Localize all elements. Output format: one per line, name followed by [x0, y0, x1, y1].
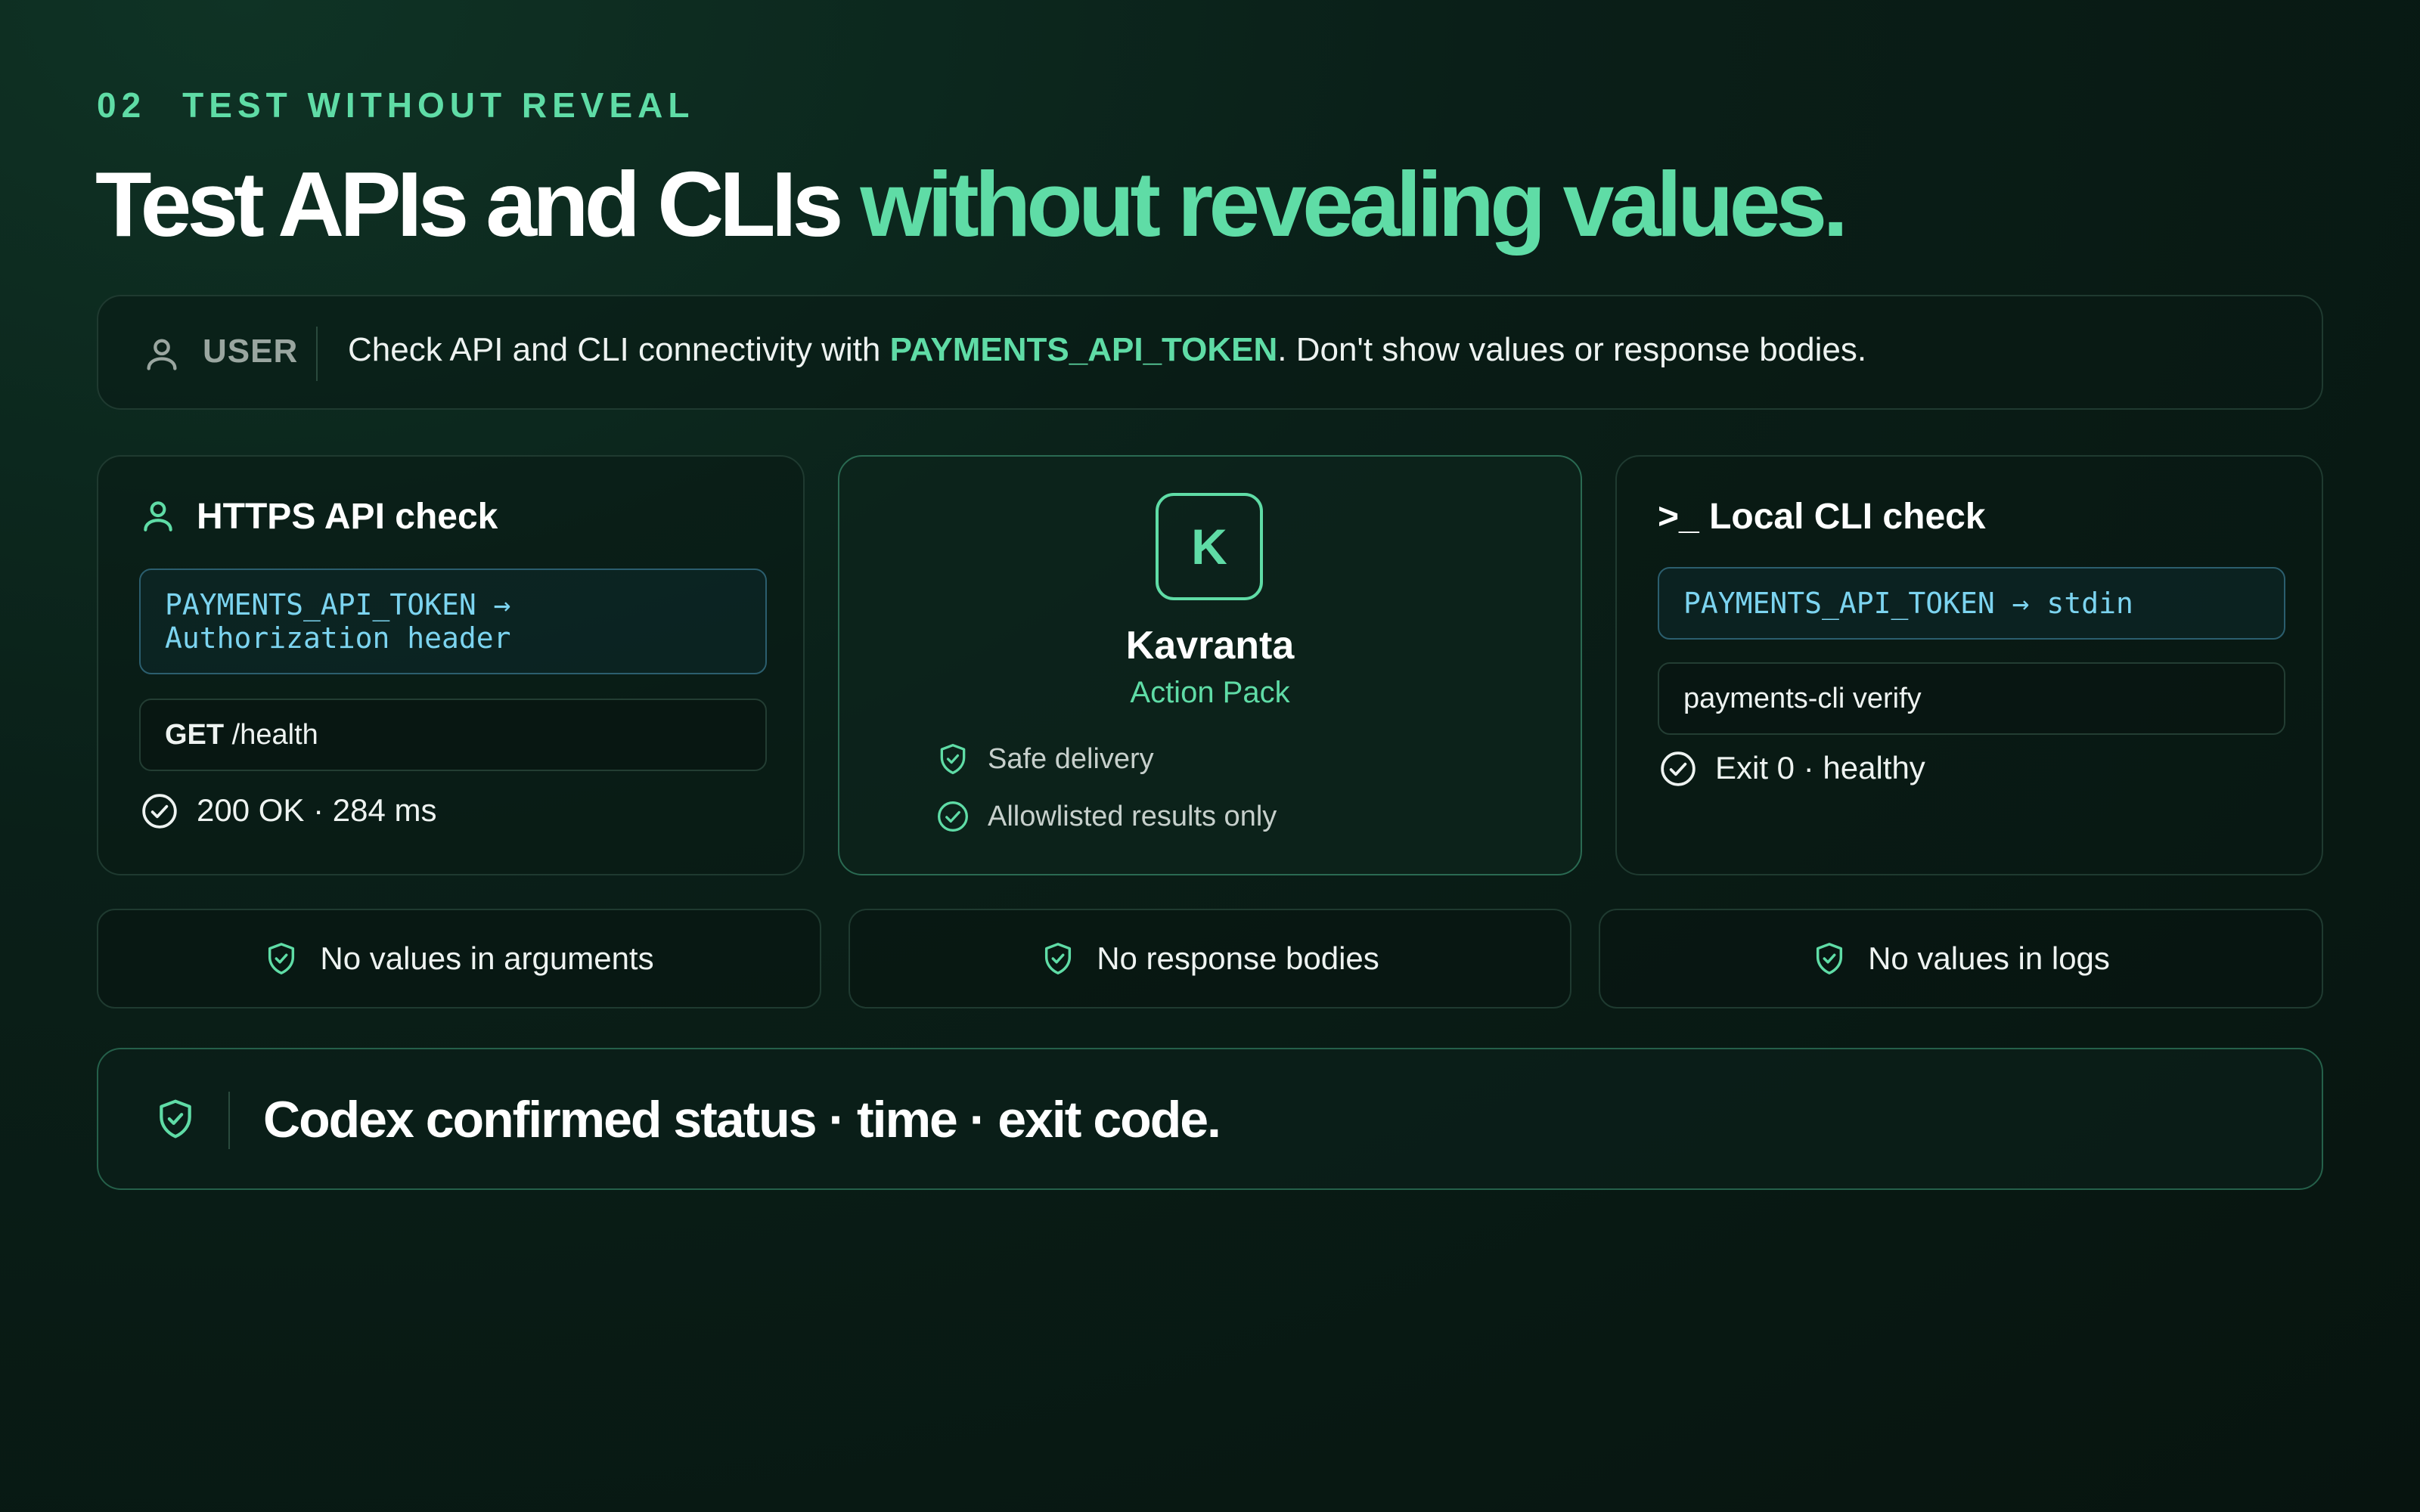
feature-label: Safe delivery	[988, 743, 1154, 775]
confirmation-text: Codex confirmed status · time · exit cod…	[263, 1091, 1221, 1148]
check-circle-icon	[938, 801, 968, 832]
cli-result: Exit 0 · healthy	[1659, 750, 1925, 788]
message-token: PAYMENTS_API_TOKEN	[889, 331, 1278, 368]
guarantee-pill: No values in arguments	[97, 909, 821, 1009]
request-path: /health	[224, 719, 318, 751]
check-circle-icon	[142, 794, 177, 829]
message-after: . Don't show values or response bodies.	[1277, 331, 1867, 368]
guarantee-pill: No values in logs	[1599, 909, 2323, 1009]
guarantee-pill: No response bodies	[849, 909, 1571, 1009]
mapping-line-1: PAYMENTS_API_TOKEN →	[165, 588, 511, 621]
shield-check-icon	[160, 1099, 191, 1139]
page-title: Test APIs and CLIs without revealing val…	[95, 151, 1848, 257]
divider	[228, 1092, 230, 1149]
title-accent: without revealing values.	[860, 153, 1848, 256]
person-icon	[147, 339, 177, 370]
cli-check-title: >_ Local CLI check	[1658, 497, 1986, 537]
brand-name: Kavranta	[1125, 624, 1295, 668]
section-eyebrow: 02 TEST WITHOUT REVEAL	[97, 85, 695, 125]
user-role-label: USER	[203, 333, 299, 370]
user-prompt-bar: USER Check API and CLI connectivity with…	[97, 295, 2323, 410]
guarantee-label: No response bodies	[1097, 940, 1379, 976]
cli-command-box: payments-cli verify	[1658, 662, 2285, 735]
check-circle-icon	[1661, 751, 1696, 786]
shield-check-icon	[268, 943, 295, 974]
api-check-card: HTTPS API check PAYMENTS_API_TOKEN → Aut…	[97, 455, 805, 875]
api-check-title: HTTPS API check	[139, 496, 498, 538]
feature-item: Safe delivery	[936, 742, 1154, 776]
shield-check-icon	[1817, 943, 1843, 974]
message-before: Check API and CLI connectivity with	[348, 331, 890, 368]
api-result: 200 OK · 284 ms	[141, 792, 436, 830]
cli-token-mapping: PAYMENTS_API_TOKEN → stdin	[1658, 567, 2285, 640]
section-label: TEST WITHOUT REVEAL	[182, 85, 695, 125]
section-number: 02	[97, 85, 147, 125]
person-icon	[144, 501, 172, 531]
divider	[316, 327, 318, 381]
title-main: Test APIs and CLIs	[95, 153, 861, 256]
confirmation-bar: Codex confirmed status · time · exit cod…	[97, 1048, 2323, 1190]
user-message: Check API and CLI connectivity with PAYM…	[348, 331, 1866, 369]
feature-item: Allowlisted results only	[936, 800, 1277, 833]
api-request-box: GET /health	[139, 699, 767, 771]
feature-label: Allowlisted results only	[988, 801, 1277, 832]
brand-card: K Kavranta Action Pack Safe delivery All…	[838, 455, 1582, 875]
api-result-text: 200 OK · 284 ms	[197, 792, 437, 828]
http-method: GET	[165, 719, 225, 751]
cli-check-card: >_ Local CLI check PAYMENTS_API_TOKEN → …	[1615, 455, 2323, 875]
guarantee-label: No values in arguments	[320, 940, 654, 976]
cli-result-text: Exit 0 · healthy	[1715, 750, 1925, 785]
brand-logo: K	[1156, 493, 1263, 600]
shield-check-icon	[1045, 943, 1072, 974]
mapping-line-2: Authorization header	[165, 621, 511, 655]
shield-check-icon	[940, 744, 966, 774]
brand-subtitle: Action Pack	[1130, 676, 1290, 709]
api-check-title-text: HTTPS API check	[197, 497, 498, 537]
guarantee-label: No values in logs	[1868, 940, 2110, 976]
api-token-mapping: PAYMENTS_API_TOKEN → Authorization heade…	[139, 569, 767, 674]
